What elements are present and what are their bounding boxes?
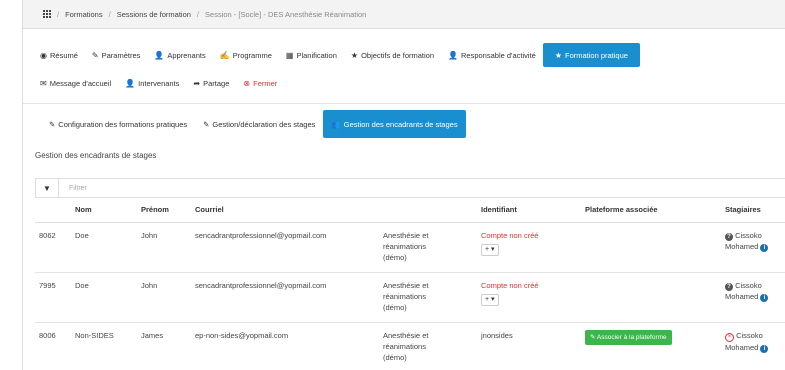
star-icon: ★: [350, 50, 359, 60]
wrench-icon: ✎: [49, 119, 56, 129]
breadcrumb-sessions[interactable]: Sessions de formation: [117, 10, 191, 19]
row-id: 8006: [35, 322, 71, 370]
status-compte: Compte non créé: [481, 231, 539, 240]
tab-planification[interactable]: ▦ Planification: [279, 43, 344, 67]
col-courriel[interactable]: Courriel: [191, 200, 379, 223]
row-nom: Doe: [71, 222, 137, 273]
row-nom: Doe: [71, 272, 137, 323]
user-icon: 👤: [448, 50, 458, 60]
share-icon: ➦: [193, 78, 201, 88]
star-icon: ★: [554, 50, 562, 60]
col-stagiaires[interactable]: Stagiaires: [721, 200, 785, 223]
col-identifiant[interactable]: Identifiant: [477, 200, 581, 223]
status-compte: Compte non créé: [481, 281, 539, 290]
tab-fermer[interactable]: ⊗ Fermer: [236, 71, 284, 95]
tab-formation-pratique[interactable]: ★ Formation pratique: [542, 43, 640, 67]
subtab-gestion-stages[interactable]: ✎ Gestion/déclaration des stages: [195, 112, 323, 136]
tab-intervenants[interactable]: 👤 Intervenants: [118, 71, 186, 95]
tab-resume[interactable]: ◉ Résumé: [33, 43, 85, 67]
eye-icon: ◉: [40, 50, 47, 60]
row-stagiaires: ? Cissoko Mohamed i: [721, 272, 785, 323]
row-identifiant: Compte non créé + ▾: [477, 272, 581, 323]
row-prenom: John: [137, 222, 191, 273]
associate-platform-button[interactable]: ✎ Associer à la plateforme: [585, 330, 672, 345]
row-id: 7995: [35, 272, 71, 323]
col-service: [379, 200, 477, 223]
section-title: Gestion des encadrants de stages: [35, 151, 157, 160]
table-header-row: Nom Prénom Courriel Identifiant Platefor…: [35, 200, 785, 223]
row-stagiaires: ? Cissoko Mohamed i: [721, 222, 785, 273]
filter-input[interactable]: Filtrer: [59, 185, 87, 192]
nav-row-2: ✉ Message d'accueil 👤 Intervenants ➦ Partag…: [23, 69, 785, 97]
tab-apprenants[interactable]: 👤 Apprenants: [147, 43, 212, 67]
edit-icon: ✍: [219, 50, 230, 60]
calendar-icon: ▦: [285, 50, 294, 60]
breadcrumb-formations[interactable]: Formations: [65, 10, 103, 19]
session-nav: ◉ Résumé ✎ Paramètres 👤 Apprenants ✍ Program…: [23, 41, 785, 97]
tab-parametres[interactable]: ✎ Paramètres: [85, 43, 147, 67]
subtab-encadrants[interactable]: 👥 Gestion des encadrants de stages: [323, 110, 466, 138]
row-plateforme: [581, 272, 721, 323]
row-service: Anesthésie et réanimations (démo): [379, 322, 477, 370]
info-icon[interactable]: i: [760, 345, 769, 353]
row-service: Anesthésie et réanimations (démo): [379, 222, 477, 273]
row-prenom: James: [137, 322, 191, 370]
close-circle-icon: ⊗: [243, 78, 251, 88]
row-courriel: sencadrantprofessionnel@yopmail.com: [191, 222, 379, 273]
breadcrumb: / Formations / Sessions de formation / S…: [23, 0, 785, 29]
tab-partage[interactable]: ➦ Partage: [186, 71, 236, 95]
wrench-icon: ✎: [203, 119, 210, 129]
actions-dropdown[interactable]: + ▾: [481, 294, 499, 306]
row-prenom: John: [137, 272, 191, 323]
row-id: 8062: [35, 222, 71, 273]
subtab-configuration[interactable]: ✎ Configuration des formations pratiques: [41, 112, 195, 136]
filter-button[interactable]: ▼: [36, 179, 59, 197]
table-row: 7995 Doe John sencadrantprofessionnel@yo…: [35, 272, 785, 323]
user-icon: 👤: [154, 50, 165, 60]
question-icon: ?: [725, 283, 733, 291]
row-courriel: sencadrantprofessionnel@yopmail.com: [191, 272, 379, 323]
row-identifiant: Compte non créé + ▾: [477, 222, 581, 273]
tab-responsable[interactable]: 👤 Responsable d'activité: [441, 43, 543, 67]
info-icon[interactable]: i: [760, 244, 769, 252]
row-plateforme: [581, 222, 721, 273]
row-nom: Non-SIDES: [71, 322, 137, 370]
tab-message-accueil[interactable]: ✉ Message d'accueil: [33, 71, 118, 95]
tab-programme[interactable]: ✍ Programme: [213, 43, 279, 67]
row-courriel: ep-non-sides@yopmail.com: [191, 322, 379, 370]
pencil-icon: ✎: [590, 334, 596, 341]
filter-bar: ▼ Filtrer: [35, 178, 785, 198]
grid-menu-icon[interactable]: [43, 10, 51, 18]
tab-objectifs[interactable]: ★ Objectifs de formation: [344, 43, 441, 67]
sub-nav: ✎ Configuration des formations pratiques …: [23, 103, 785, 144]
row-plateforme: ✎ Associer à la plateforme: [581, 322, 721, 370]
cross-circle-icon: ×: [725, 333, 734, 342]
filter-icon: ▼: [43, 183, 51, 193]
nav-row-1: ◉ Résumé ✎ Paramètres 👤 Apprenants ✍ Program…: [23, 41, 785, 69]
info-icon[interactable]: i: [760, 294, 769, 302]
encadrants-table: Nom Prénom Courriel Identifiant Platefor…: [35, 200, 785, 370]
question-icon: ?: [725, 233, 733, 241]
col-plateforme[interactable]: Plateforme associée: [581, 200, 721, 223]
col-prenom[interactable]: Prénom: [137, 200, 191, 223]
row-stagiaires: × Cissoko Mohamed i: [721, 322, 785, 370]
actions-dropdown[interactable]: + ▾: [481, 244, 499, 256]
table-row: 8006 Non-SIDES James ep-non-sides@yopmai…: [35, 322, 785, 370]
col-nom[interactable]: Nom: [71, 200, 137, 223]
users-icon: 👥: [331, 119, 341, 129]
app-frame: / Formations / Sessions de formation / S…: [22, 0, 785, 370]
wrench-icon: ✎: [91, 50, 99, 60]
breadcrumb-current: Session - [Socle] - DES Anesthésie Réani…: [205, 9, 367, 19]
col-id: [35, 200, 71, 223]
user-icon: 👤: [125, 78, 136, 88]
row-identifiant: jnonsides: [477, 322, 581, 370]
table-row: 8062 Doe John sencadrantprofessionnel@yo…: [35, 222, 785, 273]
envelope-icon: ✉: [40, 78, 47, 88]
row-service: Anesthésie et réanimations (démo): [379, 272, 477, 323]
